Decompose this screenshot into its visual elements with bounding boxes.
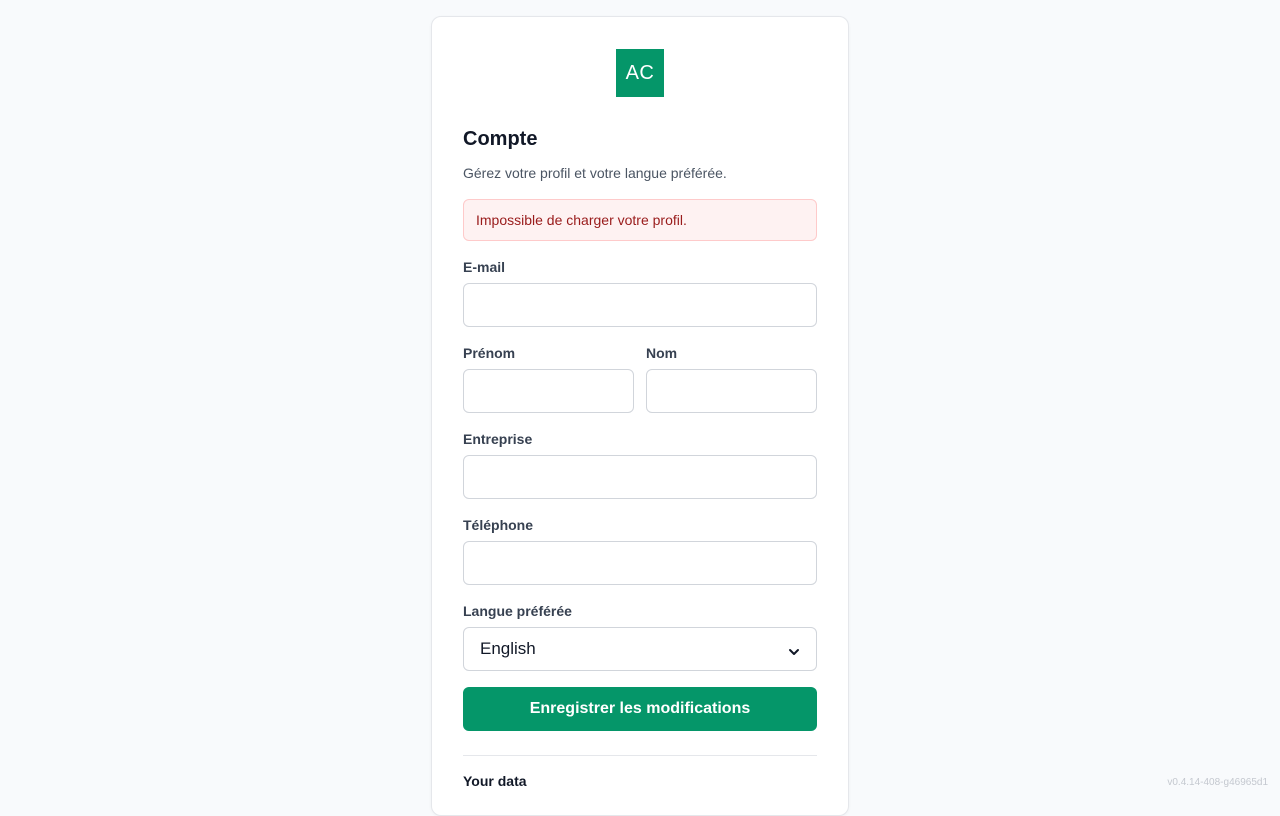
save-button[interactable]: Enregistrer les modifications [463,687,817,731]
app-logo: AC [616,49,664,97]
version-label: v0.4.14-408-g46965d1 [1167,777,1268,788]
last-name-field[interactable] [646,369,817,413]
logo-text: AC [625,61,655,84]
company-field[interactable] [463,455,817,499]
company-label: Entreprise [463,431,533,447]
last-name-label: Nom [646,345,678,361]
your-data-heading: Your data [463,773,527,789]
first-name-field[interactable] [463,369,634,413]
section-divider [463,755,817,756]
phone-field[interactable] [463,541,817,585]
chevron-down-icon [788,643,800,655]
page-title: Compte [463,128,538,150]
email-label: E-mail [463,259,506,275]
error-alert: Impossible de charger votre profil. [463,199,817,241]
first-name-label: Prénom [463,345,516,361]
error-alert-message: Impossible de charger votre profil. [476,212,687,228]
account-card: AC Compte Gérez votre profil et votre la… [431,16,849,816]
language-label: Langue préférée [463,603,572,619]
email-field[interactable] [463,283,817,327]
phone-label: Téléphone [463,517,534,533]
language-select[interactable]: English [463,627,817,671]
page-subtitle: Gérez votre profil et votre langue préfé… [463,165,727,181]
language-selected-value: English [480,639,536,658]
